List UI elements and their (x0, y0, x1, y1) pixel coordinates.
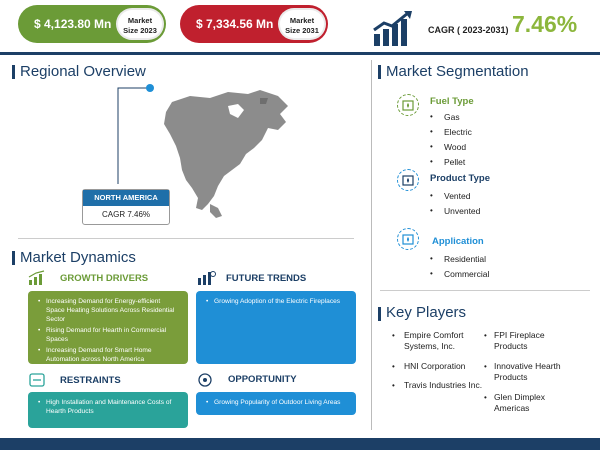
fireplace-icon (397, 94, 419, 116)
cagr-value: 7.46% (512, 11, 578, 37)
opportunity-title: OPPORTUNITY (228, 374, 297, 385)
bullet: • (430, 269, 433, 278)
opportunity-icon (198, 373, 212, 387)
future-trends-icon (198, 271, 216, 285)
bullet: • (392, 381, 395, 390)
product-type-unvented: Unvented (444, 206, 481, 216)
regional-title-bar (12, 65, 15, 79)
left-section-divider (18, 238, 354, 239)
market-segmentation-title: Market Segmentation (386, 63, 529, 80)
key-player-glen-dimplex: Glen Dimplex Americas (494, 392, 546, 413)
bullet: • (430, 142, 433, 151)
fireplace-icon (397, 169, 419, 191)
fuel-type-electric: Electric (444, 127, 472, 137)
key-players-title: Key Players (386, 304, 467, 321)
market-size-2023-label: Market Size 2023 (116, 8, 164, 40)
fuel-type-pellet: Pellet (444, 157, 466, 167)
north-america-cagr: CAGR 7.46% (101, 210, 151, 219)
growth-driver-item: Rising Demand for Hearth in Commercial S… (38, 326, 180, 344)
bullet: • (430, 112, 433, 121)
north-america-label: NORTH AMERICA (83, 190, 169, 206)
fireplace-icon (397, 228, 419, 250)
key-players-title-bar (378, 307, 381, 321)
cagr-label: CAGR ( 2023-2031) (428, 25, 509, 35)
bullet: • (430, 191, 433, 200)
restraints-icon (29, 373, 45, 387)
bullet: • (484, 331, 487, 340)
opportunity-item: Growing Popularity of Outdoor Living Are… (206, 398, 348, 407)
application-heading: Application (432, 236, 484, 247)
segmentation-title-bar (378, 65, 381, 79)
growth-drivers-title: GROWTH DRIVERS (60, 273, 149, 284)
product-type-heading: Product Type (430, 173, 490, 184)
bullet: • (392, 331, 395, 340)
restraints-title: RESTRAINTS (60, 375, 121, 386)
fuel-type-gas: Gas (444, 112, 460, 122)
future-trend-item: Growing Adoption of the Electric Firepla… (206, 297, 348, 306)
market-size-2023-label-line1: Market (127, 16, 153, 25)
market-size-2023-pill: $ 4,123.80 Mn Market Size 2023 (18, 5, 166, 43)
growth-chart-icon (373, 11, 412, 46)
market-size-2023-label-line2: Size 2023 (123, 26, 157, 35)
key-player-travis: Travis Industries Inc. (404, 380, 483, 390)
market-size-2031-value: $ 7,334.56 Mn (196, 17, 274, 31)
restraint-item: High Installation and Maintenance Costs … (38, 398, 180, 416)
restraints-card: High Installation and Maintenance Costs … (28, 392, 188, 428)
growth-driver-item: Increasing Demand for Smart Home Automat… (38, 346, 180, 364)
opportunity-card: Growing Popularity of Outdoor Living Are… (196, 392, 356, 415)
market-size-2031-label-line2: Size 2031 (285, 26, 319, 35)
north-america-callout: NORTH AMERICA CAGR 7.46% (82, 189, 170, 225)
bullet: • (430, 127, 433, 136)
future-trends-card: Growing Adoption of the Electric Firepla… (196, 291, 356, 364)
key-player-empire: Empire Comfort Systems, Inc. (404, 330, 464, 351)
bullet: • (430, 157, 433, 166)
regional-overview-title: Regional Overview (20, 63, 146, 80)
right-section-divider (380, 290, 590, 291)
application-residential: Residential (444, 254, 487, 264)
future-trends-title: FUTURE TRENDS (226, 273, 307, 284)
application-commercial: Commercial (444, 269, 490, 279)
growth-drivers-icon (28, 270, 45, 285)
dynamics-title-bar (12, 251, 15, 265)
key-player-innovative-hearth: Innovative Hearth Products (494, 361, 561, 382)
market-dynamics-title: Market Dynamics (20, 249, 136, 266)
growth-driver-item: Increasing Demand for Energy-efficient S… (38, 297, 180, 324)
market-size-2023-value: $ 4,123.80 Mn (34, 17, 112, 31)
footer-bar (0, 438, 600, 450)
bullet: • (430, 254, 433, 263)
market-size-2031-label: Market Size 2031 (278, 8, 326, 40)
market-size-2031-label-line1: Market (289, 16, 315, 25)
key-player-fpi: FPI Fireplace Products (494, 330, 545, 351)
key-player-hni: HNI Corporation (404, 361, 466, 371)
vertical-divider (371, 60, 372, 430)
bullet: • (484, 362, 487, 371)
product-type-vented: Vented (444, 191, 471, 201)
fuel-type-wood: Wood (444, 142, 467, 152)
header-divider (0, 52, 600, 55)
market-size-2031-pill: $ 7,334.56 Mn Market Size 2031 (180, 5, 328, 43)
bullet: • (430, 206, 433, 215)
growth-drivers-card: Increasing Demand for Energy-efficient S… (28, 291, 188, 364)
bullet: • (484, 393, 487, 402)
bullet: • (392, 362, 395, 371)
fuel-type-heading: Fuel Type (430, 96, 474, 107)
